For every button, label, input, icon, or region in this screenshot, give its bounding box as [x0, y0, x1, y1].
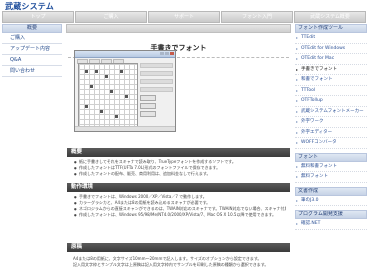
overview-list: 紙に手書きしてそれをスキャナで読み取り、TrueTypeフォントを作成するソフト…	[74, 159, 286, 177]
left-item-updates[interactable]: アップデート内容	[2, 44, 62, 55]
glyph-cell	[95, 70, 98, 73]
panel-button	[140, 95, 156, 101]
manuscript-line: 記入用文字枠とサンプル文字は上原稿は記入用文字枠内でサンプルを印刷した原稿の種類…	[73, 262, 269, 267]
panel-button	[140, 103, 156, 109]
panel-field	[140, 71, 173, 76]
panel-field	[140, 87, 173, 92]
maximize-icon	[165, 52, 169, 55]
right-sidebar: フォント作成ツール TTEdit OTEdit for Windows OTEd…	[295, 24, 367, 230]
section-heading-manuscript: 原稿	[67, 243, 290, 252]
glyph-cell	[85, 70, 88, 73]
left-sidebar-header[interactable]: 概要	[2, 24, 62, 33]
right-item-fude[interactable]: 筆のJ3.0	[295, 196, 367, 206]
right-item-free-washo-font[interactable]: 無料和書フォント	[295, 162, 367, 172]
requirements-list: 手書きでフォントは、Windows 2000／XP／Vista／7 で動作します…	[74, 194, 286, 218]
app-side-panel	[140, 63, 173, 128]
right-group-header-dev: プログラム開発支援	[295, 210, 367, 219]
character-grid	[78, 63, 138, 127]
right-item-gaiji-work[interactable]: 外字ワーク	[295, 117, 367, 128]
right-item-tegaki-font[interactable]: 手書きでフォント	[295, 65, 367, 75]
right-item-otedit-windows[interactable]: OTEdit for Windows	[295, 44, 367, 54]
requirements-item: 作成したフォントは、Windows 95/98/Me/NT4.0/2000/XP…	[74, 212, 286, 218]
right-item-otftollup[interactable]: OTFTollup	[295, 96, 367, 107]
close-icon	[170, 52, 174, 55]
glyph-cell	[110, 90, 113, 93]
minimize-icon	[160, 52, 164, 55]
glyph-cell	[125, 95, 128, 98]
left-item-contact[interactable]: 問い合わせ	[2, 66, 62, 77]
glyph-cell	[115, 115, 118, 118]
left-item-purchase[interactable]: ご購入	[2, 33, 62, 44]
right-group-header-tools: フォント作成ツール	[295, 24, 367, 33]
site-header: 武蔵システム	[0, 0, 369, 11]
right-item-kakunin-net[interactable]: 確認.NET	[295, 219, 367, 230]
right-group-header-fonts: フォント	[295, 152, 367, 162]
panel-field	[140, 79, 173, 84]
topnav-item-font-intro[interactable]: フォント入門	[221, 11, 293, 23]
main-header-bar	[66, 24, 291, 33]
right-item-font-maker[interactable]: 武蔵システムフォントメーカー	[295, 107, 367, 117]
right-item-ttedit[interactable]: TTEdit	[295, 33, 367, 44]
top-navigation: トップ ご購入 サポート フォント入門 武蔵システム概要	[2, 11, 366, 23]
right-item-otedit-mac[interactable]: OTEdit for Mac	[295, 54, 367, 65]
glyph-cell	[90, 85, 93, 88]
right-item-woff-converter[interactable]: WOFFコンバータ	[295, 138, 367, 149]
right-item-tttool[interactable]: TTTool	[295, 86, 367, 96]
app-titlebar	[75, 51, 175, 58]
right-group-header-documents: 文書作成	[295, 186, 367, 196]
glyph-cell	[85, 105, 88, 108]
manuscript-text: A4または8の用紙に、文字サイズ10mm〜20mmで記入します。サイズのオプショ…	[73, 256, 287, 268]
topnav-item-purchase[interactable]: ご購入	[75, 11, 147, 23]
site-logo[interactable]: 武蔵システム	[5, 2, 54, 11]
panel-button	[140, 111, 156, 117]
glyph-cell	[100, 110, 103, 113]
right-item-gaiji-editor[interactable]: 外字エディター	[295, 128, 367, 138]
app-screenshot	[74, 50, 176, 132]
overview-item: 作成したフォントの配布、販売、商用利用は、追加料金なしで行えます。	[74, 171, 286, 177]
topnav-item-support[interactable]: サポート	[148, 11, 220, 23]
glyph-cell	[105, 75, 108, 78]
app-statusbar	[75, 126, 175, 131]
left-item-qa[interactable]: Q&A	[2, 55, 62, 66]
right-item-free-font[interactable]: 無料フォント	[295, 172, 367, 183]
section-heading-overview: 概要	[67, 148, 290, 157]
panel-field	[140, 63, 173, 68]
left-sidebar: 概要 ご購入 アップデート内容 Q&A 問い合わせ	[2, 24, 62, 77]
topnav-item-company[interactable]: 武蔵システム概要	[294, 11, 366, 23]
glyph-cell	[120, 70, 123, 73]
topnav-item-top[interactable]: トップ	[2, 11, 74, 23]
right-item-washo-font[interactable]: 和書でフォント	[295, 75, 367, 86]
section-heading-requirements: 動作環境	[67, 183, 290, 192]
